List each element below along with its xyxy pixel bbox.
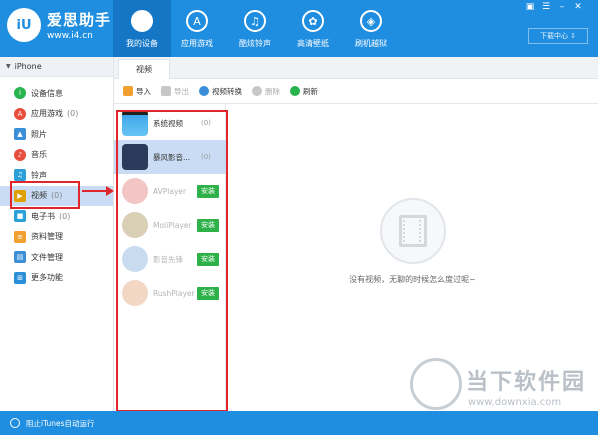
watermark-title: 当下软件园	[466, 370, 587, 395]
music-icon: ♪	[14, 148, 26, 161]
collapse-caret-icon: ▼	[6, 63, 11, 70]
dropbox-icon: ◈	[360, 10, 382, 32]
file-icon: ▤	[14, 251, 26, 264]
app-logo: iU 爱思助手 www.i4.cn	[7, 8, 111, 42]
sidebar-item-photos[interactable]: ▲ 照片	[0, 124, 113, 145]
nav-label: 高清壁纸	[297, 39, 329, 48]
menu-icon[interactable]: ☰	[540, 2, 552, 12]
refresh-button[interactable]: 刷新	[290, 86, 318, 97]
brand-url: www.i4.cn	[47, 31, 93, 41]
music-note-icon: ♫	[244, 10, 266, 32]
sidebar-item-label: 设备信息	[31, 88, 63, 98]
watermark-logo	[410, 358, 462, 410]
sidebar-item-apps[interactable]: A 应用游戏 (0)	[0, 104, 113, 125]
annotation-arrow	[82, 190, 108, 192]
sidebar-item-label: 应用游戏	[31, 109, 63, 119]
sidebar-item-data-management[interactable]: ≡ 资料管理	[0, 227, 113, 248]
delete-icon	[252, 86, 262, 96]
delete-button[interactable]: 删除	[252, 86, 280, 97]
sidebar-item-label: 照片	[31, 129, 47, 139]
highlight-box-app-list	[116, 110, 228, 412]
sidebar-item-more[interactable]: ⊞ 更多功能	[0, 268, 113, 289]
toolbar-label: 删除	[265, 86, 280, 96]
nav-tab-ringtones[interactable]: ♫ 酷炫铃声	[226, 0, 284, 57]
sidebar-item-label: 文件管理	[31, 252, 63, 262]
nav-label: 我的设备	[126, 39, 158, 48]
tab-video[interactable]: 视频	[118, 59, 170, 79]
device-name: iPhone	[14, 62, 42, 71]
toolbar: 导入 导出 视频转换 删除 刷新	[114, 79, 598, 104]
toggle-circle-icon[interactable]	[10, 418, 20, 428]
sidebar-item-file-management[interactable]: ▤ 文件管理	[0, 247, 113, 268]
sidebar: ▼ iPhone i 设备信息 A 应用游戏 (0) ▲ 照片 ♪ 音乐 ♫ 铃…	[0, 57, 114, 411]
export-button[interactable]: 导出	[161, 86, 189, 97]
toolbar-label: 导入	[136, 86, 151, 96]
nav-label: 应用游戏	[181, 39, 213, 48]
sidebar-item-ebooks[interactable]: ■ 电子书 (0)	[0, 206, 113, 227]
more-icon: ⊞	[14, 271, 26, 284]
sidebar-item-count: (0)	[67, 109, 79, 119]
import-icon	[123, 86, 133, 96]
apps-icon: A	[14, 107, 26, 120]
brand-name: 爱思助手	[47, 11, 112, 29]
sidebar-item-device-info[interactable]: i 设备信息	[0, 83, 113, 104]
nav-label: 酷炫铃声	[239, 39, 271, 48]
bell-icon: ♫	[14, 169, 26, 182]
convert-video-button[interactable]: 视频转换	[199, 86, 242, 97]
convert-icon	[199, 86, 209, 96]
app-store-icon: A	[186, 10, 208, 32]
nav-label: 刷机越狱	[355, 39, 387, 48]
minimize-icon[interactable]: –	[556, 2, 568, 12]
pin-icon[interactable]: ▣	[524, 2, 536, 12]
sidebar-item-label: 电子书	[31, 211, 55, 221]
data-icon: ≡	[14, 230, 26, 243]
itunes-block-label[interactable]: 阻止iTunes自动运行	[26, 418, 95, 429]
content-tabs: 视频	[114, 57, 598, 79]
nav-tab-apps-games[interactable]: A 应用游戏	[168, 0, 226, 57]
empty-video-icon	[380, 198, 446, 264]
annotation-arrow-head	[106, 186, 114, 196]
highlight-box-video	[10, 181, 80, 209]
toolbar-label: 导出	[174, 86, 189, 96]
flower-icon: ✿	[302, 10, 324, 32]
status-bar: 阻止iTunes自动运行	[0, 411, 598, 435]
sidebar-item-music[interactable]: ♪ 音乐	[0, 145, 113, 166]
refresh-icon	[290, 86, 300, 96]
top-bar: iU 爱思助手 www.i4.cn 我的设备 A 应用游戏 ♫ 酷炫铃声 ✿ 高…	[0, 0, 598, 57]
info-icon: i	[14, 87, 26, 100]
watermark-url: www.downxia.com	[468, 397, 562, 408]
sidebar-item-label: 铃声	[31, 170, 47, 180]
export-icon	[161, 86, 171, 96]
toolbar-label: 视频转换	[212, 86, 242, 96]
nav-tab-wallpapers[interactable]: ✿ 高清壁纸	[284, 0, 342, 57]
import-button[interactable]: 导入	[123, 86, 151, 97]
nav-tab-flash-jailbreak[interactable]: ◈ 刷机越狱	[342, 0, 400, 57]
nav-tab-my-device[interactable]: 我的设备	[113, 0, 171, 57]
apple-icon	[131, 10, 153, 32]
toolbar-label: 刷新	[303, 86, 318, 96]
close-icon[interactable]: ✕	[572, 2, 584, 12]
photo-icon: ▲	[14, 128, 26, 141]
sidebar-item-label: 音乐	[31, 150, 47, 160]
empty-message: 没有视频，无聊的时候怎么度过呢~	[349, 275, 476, 284]
device-header[interactable]: ▼ iPhone	[0, 57, 113, 77]
download-center-button[interactable]: 下载中心 ⇩	[528, 28, 588, 44]
logo-badge: iU	[7, 8, 41, 42]
sidebar-item-label: 更多功能	[31, 273, 63, 283]
ebook-icon: ■	[14, 210, 26, 223]
sidebar-item-count: (0)	[59, 211, 71, 221]
sidebar-item-label: 资料管理	[31, 232, 63, 242]
